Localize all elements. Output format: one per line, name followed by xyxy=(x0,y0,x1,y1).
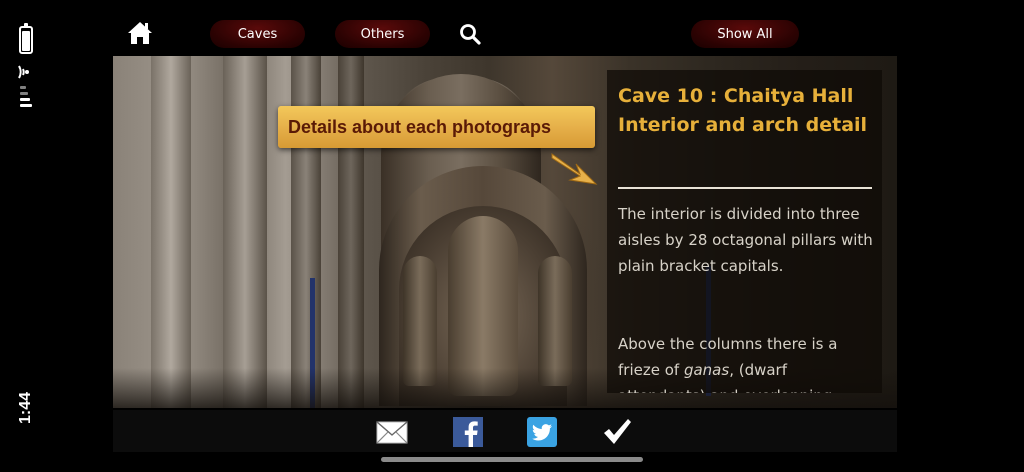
show-all-button[interactable]: Show All xyxy=(691,20,799,48)
pillar xyxy=(223,56,267,408)
home-indicator[interactable] xyxy=(381,457,643,462)
facebook-icon[interactable] xyxy=(452,416,484,448)
battery-icon xyxy=(19,23,33,54)
signal-icon xyxy=(20,86,32,108)
details-callout: Details about each photograps xyxy=(278,106,595,148)
info-italic-term: ganas xyxy=(683,361,730,379)
attendant-figure xyxy=(403,256,437,386)
info-divider xyxy=(618,187,872,189)
attendant-figure xyxy=(538,256,572,386)
others-button[interactable]: Others xyxy=(335,20,430,48)
pillar xyxy=(151,56,191,408)
status-bar: 1:44 xyxy=(0,0,52,472)
search-icon[interactable] xyxy=(458,22,482,46)
share-bar xyxy=(113,410,897,452)
home-icon[interactable] xyxy=(127,20,153,46)
callout-arrow-icon xyxy=(551,153,598,185)
status-time: 1:44 xyxy=(17,391,34,425)
info-paragraph: The interior is divided into three aisle… xyxy=(618,205,873,275)
check-icon[interactable] xyxy=(601,416,633,448)
wifi-icon xyxy=(18,65,29,79)
mail-icon[interactable] xyxy=(376,416,408,448)
caves-button[interactable]: Caves xyxy=(210,20,305,48)
info-paragraph: Above the columns there is a frieze of g… xyxy=(618,331,873,393)
top-nav: Caves Others Show All xyxy=(113,14,897,54)
info-title: Cave 10 : Chaitya Hall Interior and arch… xyxy=(618,85,868,136)
info-panel[interactable]: Cave 10 : Chaitya Hall Interior and arch… xyxy=(607,70,882,393)
twitter-icon[interactable] xyxy=(526,416,558,448)
